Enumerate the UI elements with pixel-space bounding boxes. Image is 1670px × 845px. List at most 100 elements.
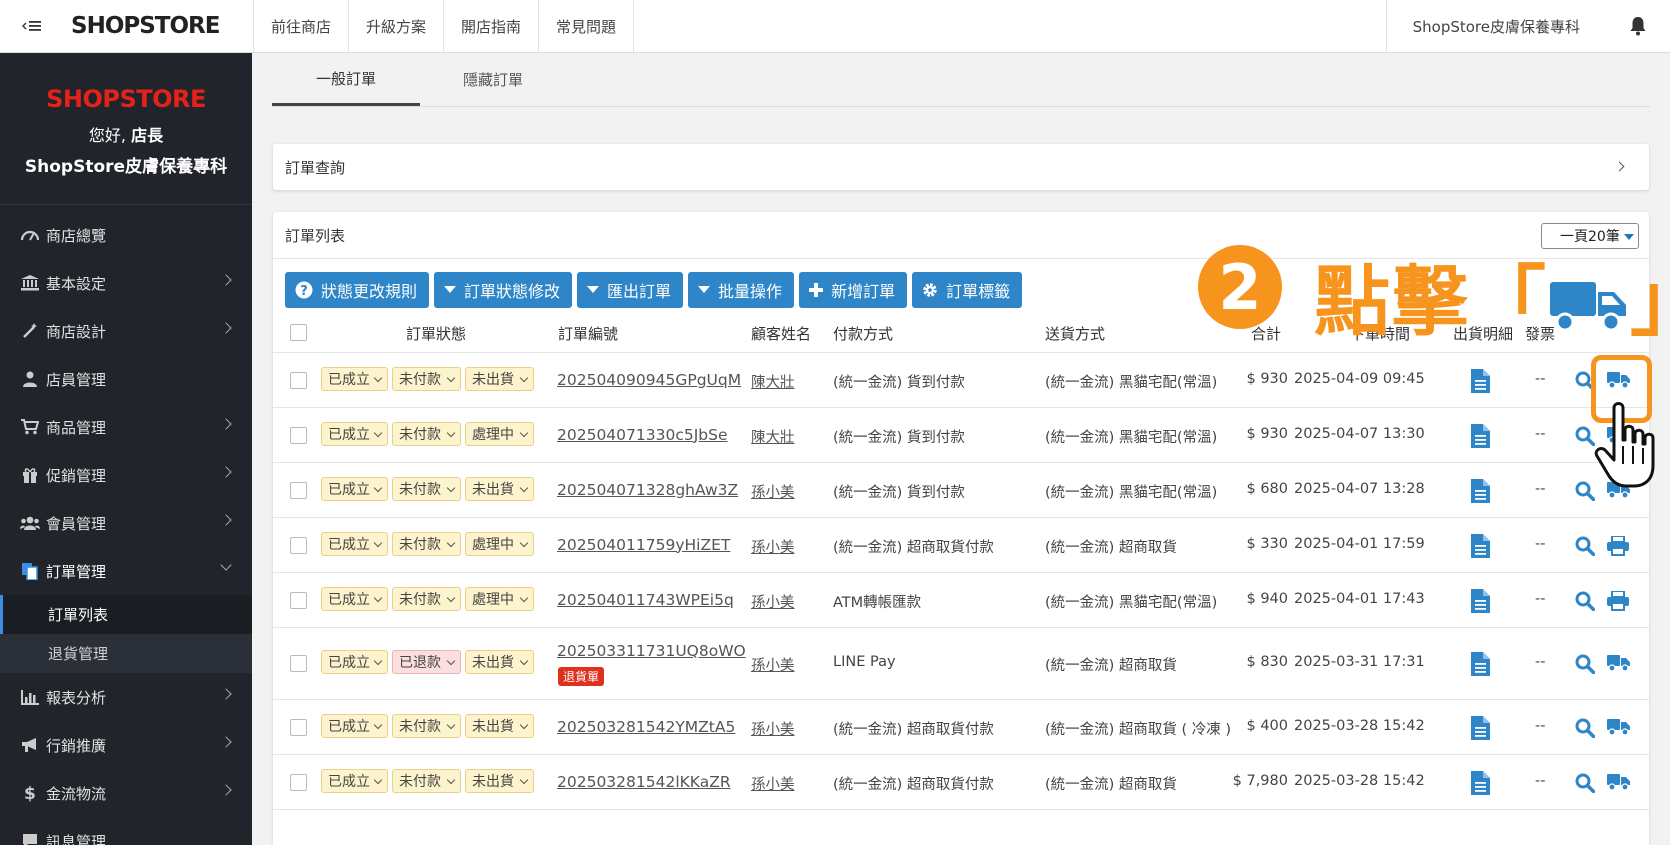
nav-go-to-store[interactable]: 前往商店: [253, 0, 348, 52]
status-rules-button[interactable]: ? 狀態更改規則: [285, 272, 430, 308]
order-status-select[interactable]: 已成立: [321, 713, 388, 738]
payment-status-select[interactable]: 未付款: [392, 713, 461, 738]
payment-status-select[interactable]: 未付款: [392, 421, 461, 446]
order-number-link[interactable]: 202504011743WPEi5q: [557, 591, 734, 609]
row-checkbox[interactable]: [290, 655, 307, 672]
customer-name-link[interactable]: 孫小美: [751, 654, 795, 675]
shipping-detail-doc-icon[interactable]: [1471, 652, 1490, 680]
ship-order-truck-icon[interactable]: [1607, 718, 1630, 740]
customer-name-link[interactable]: 孫小美: [751, 773, 795, 794]
tab-general-orders[interactable]: 一般訂單: [272, 53, 420, 106]
sidebar-item-messages[interactable]: 訊息管理: [0, 817, 252, 845]
order-number-link[interactable]: 202504011759yHiZET: [557, 536, 730, 554]
shipping-detail-doc-icon[interactable]: [1471, 533, 1490, 562]
change-order-status-button[interactable]: 訂單狀態修改: [434, 272, 573, 308]
add-order-button[interactable]: 新增訂單: [799, 272, 908, 308]
shipping-detail-doc-icon[interactable]: [1471, 715, 1490, 744]
shipping-detail-doc-icon[interactable]: [1471, 423, 1490, 452]
row-checkbox[interactable]: [290, 718, 307, 736]
order-status-select[interactable]: 已成立: [321, 586, 388, 611]
customer-name-link[interactable]: 孫小美: [751, 481, 795, 502]
shipping-status-select[interactable]: 未出貨: [465, 366, 534, 391]
print-order-icon[interactable]: [1607, 589, 1629, 615]
order-number-link[interactable]: 202504071330c5JbSe: [557, 426, 728, 444]
payment-status-select[interactable]: 未付款: [392, 768, 461, 793]
invoice-value: --: [1535, 535, 1546, 552]
shipping-status-select[interactable]: 未出貨: [465, 768, 534, 793]
customer-name-link[interactable]: 孫小美: [751, 718, 795, 739]
shipping-detail-doc-icon[interactable]: [1471, 368, 1490, 397]
export-orders-button[interactable]: 匯出訂單: [577, 272, 684, 308]
row-checkbox[interactable]: [290, 591, 307, 609]
customer-name-link[interactable]: 陳大壯: [751, 426, 795, 447]
shipping-status-select[interactable]: 未出貨: [465, 650, 534, 674]
sidebar-toggle-button[interactable]: [0, 0, 63, 52]
order-status-select[interactable]: 已成立: [321, 476, 388, 501]
customer-name-link[interactable]: 陳大壯: [751, 371, 795, 392]
print-order-icon[interactable]: [1607, 534, 1629, 560]
sidebar-item-store-design[interactable]: 商店設計: [0, 307, 252, 355]
sidebar-item-staff[interactable]: 店員管理: [0, 355, 252, 403]
sidebar-item-payment-logistics[interactable]: $ 金流物流: [0, 769, 252, 817]
ship-order-truck-icon[interactable]: [1607, 773, 1630, 795]
order-tags-button[interactable]: 訂單標籤: [912, 272, 1023, 308]
payment-status-select[interactable]: 未付款: [392, 586, 461, 611]
sidebar-item-promotions[interactable]: 促銷管理: [0, 451, 252, 499]
order-status-select[interactable]: 已成立: [321, 650, 388, 674]
order-number-link[interactable]: 202503281542lKKaZR: [557, 773, 731, 791]
ship-order-truck-icon[interactable]: [1607, 654, 1630, 676]
view-order-search-icon[interactable]: [1575, 773, 1596, 797]
view-order-search-icon[interactable]: [1575, 536, 1596, 560]
nav-upgrade-plan[interactable]: 升級方案: [348, 0, 443, 52]
notifications-button[interactable]: [1606, 0, 1670, 52]
view-order-search-icon[interactable]: [1575, 591, 1596, 615]
order-query-panel[interactable]: 訂單查詢: [273, 144, 1649, 190]
sidebar-item-members[interactable]: 會員管理: [0, 499, 252, 547]
row-checkbox[interactable]: [290, 426, 307, 444]
sidebar-item-basic-settings[interactable]: 基本設定: [0, 259, 252, 307]
order-status-select[interactable]: 已成立: [321, 366, 388, 391]
order-number-link[interactable]: 202503311731UQ8oWO: [557, 642, 746, 660]
row-checkbox[interactable]: [290, 536, 307, 554]
payment-status-select[interactable]: 已退款: [392, 650, 461, 674]
order-number-link[interactable]: 202503281542YMZtA5: [557, 718, 735, 736]
shipping-status-select[interactable]: 未出貨: [465, 476, 534, 501]
table-row: 已成立 未付款 未出貨 202504090945GPgUqM 陳大壯 (統一金流…: [273, 353, 1649, 408]
customer-name-link[interactable]: 孫小美: [751, 591, 795, 612]
topbar-shop-name[interactable]: ShopStore皮膚保養專科: [1385, 0, 1606, 52]
nav-faq[interactable]: 常見問題: [538, 0, 635, 52]
payment-status-select[interactable]: 未付款: [392, 366, 461, 391]
order-status-select[interactable]: 已成立: [321, 421, 388, 446]
order-status-select[interactable]: 已成立: [321, 768, 388, 793]
row-checkbox[interactable]: [290, 481, 307, 499]
shipping-status-select[interactable]: 未出貨: [465, 713, 534, 738]
shipping-status-select[interactable]: 處理中: [465, 531, 534, 556]
row-checkbox[interactable]: [290, 371, 307, 389]
row-checkbox[interactable]: [290, 773, 307, 791]
shipping-status-select[interactable]: 處理中: [465, 421, 534, 446]
order-number-link[interactable]: 202504090945GPgUqM: [557, 371, 741, 389]
payment-status-select[interactable]: 未付款: [392, 531, 461, 556]
sidebar-item-store-overview[interactable]: 商店總覽: [0, 211, 252, 259]
sidebar-item-products[interactable]: 商品管理: [0, 403, 252, 451]
view-order-search-icon[interactable]: [1575, 654, 1596, 678]
sidebar-subitem-order-list[interactable]: 訂單列表: [0, 595, 252, 634]
sidebar-subitem-returns[interactable]: 退貨管理: [0, 634, 252, 673]
sidebar-item-marketing[interactable]: 行銷推廣: [0, 721, 252, 769]
tab-hidden-orders[interactable]: 隱藏訂單: [420, 53, 566, 106]
nav-store-guide[interactable]: 開店指南: [443, 0, 538, 52]
order-number-link[interactable]: 202504071328ghAw3Z: [557, 481, 738, 499]
topbar-logo[interactable]: SHOPSTORE: [63, 0, 253, 52]
select-all-checkbox[interactable]: [290, 324, 307, 341]
batch-actions-button[interactable]: 批量操作: [688, 272, 795, 308]
shipping-detail-doc-icon[interactable]: [1471, 770, 1490, 799]
sidebar-item-reports[interactable]: 報表分析: [0, 673, 252, 721]
order-status-select[interactable]: 已成立: [321, 531, 388, 556]
shipping-detail-doc-icon[interactable]: [1471, 588, 1490, 617]
sidebar-item-orders[interactable]: 訂單管理: [0, 547, 252, 595]
payment-status-select[interactable]: 未付款: [392, 476, 461, 501]
shipping-status-select[interactable]: 處理中: [465, 586, 534, 611]
shipping-detail-doc-icon[interactable]: [1471, 478, 1490, 507]
view-order-search-icon[interactable]: [1575, 718, 1596, 742]
customer-name-link[interactable]: 孫小美: [751, 536, 795, 557]
